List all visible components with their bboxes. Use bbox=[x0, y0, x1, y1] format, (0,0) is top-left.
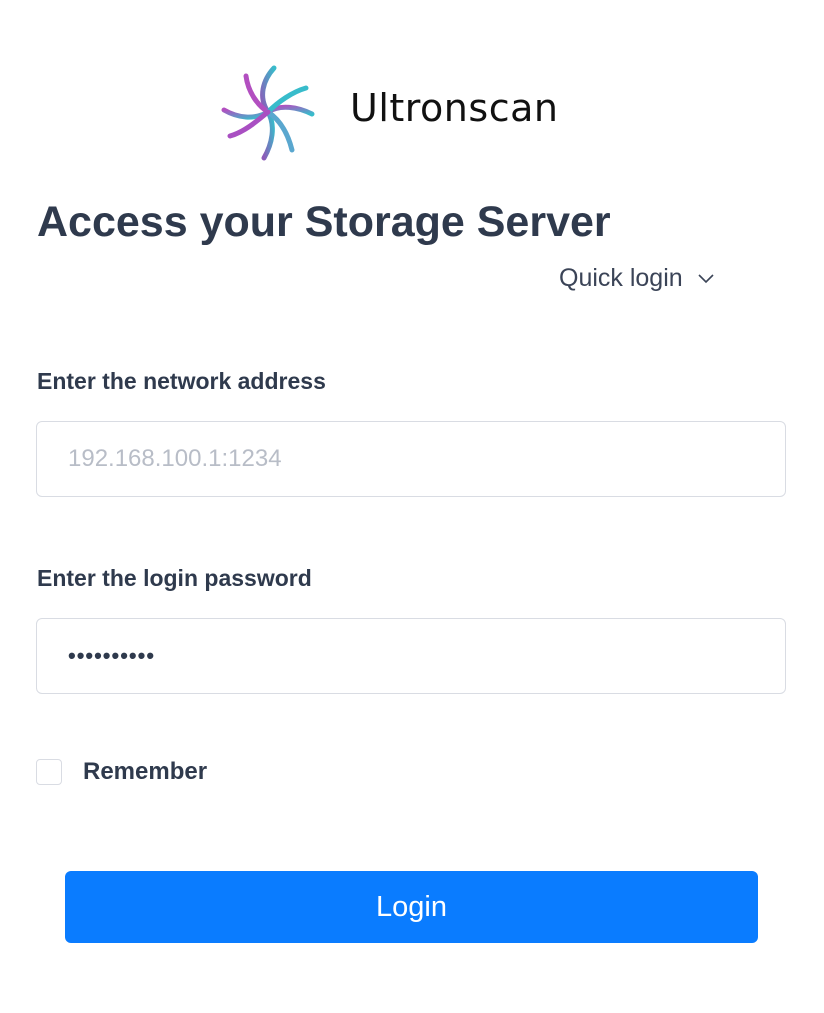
login-password-label: Enter the login password bbox=[37, 565, 312, 591]
ultronscan-logo-icon bbox=[221, 65, 315, 161]
network-address-input[interactable] bbox=[37, 422, 785, 496]
page-title: Access your Storage Server bbox=[37, 198, 611, 246]
login-page: Ultronscan Access your Storage Server Qu… bbox=[0, 0, 824, 1013]
password-masked-value: •••••••••• bbox=[68, 643, 156, 668]
brand-header: Ultronscan bbox=[218, 62, 558, 162]
remember-label[interactable]: Remember bbox=[83, 758, 207, 786]
quick-login-dropdown[interactable]: Quick login bbox=[559, 264, 715, 293]
remember-row: Remember bbox=[36, 758, 207, 786]
chevron-down-icon bbox=[698, 273, 714, 283]
network-address-label: Enter the network address bbox=[37, 368, 326, 394]
remember-checkbox[interactable] bbox=[36, 759, 62, 785]
quick-login-label: Quick login bbox=[559, 264, 683, 292]
login-button[interactable]: Login bbox=[65, 871, 758, 943]
login-password-field[interactable]: •••••••••• bbox=[36, 618, 786, 694]
brand-name: Ultronscan bbox=[350, 86, 559, 130]
network-address-field bbox=[36, 421, 786, 497]
